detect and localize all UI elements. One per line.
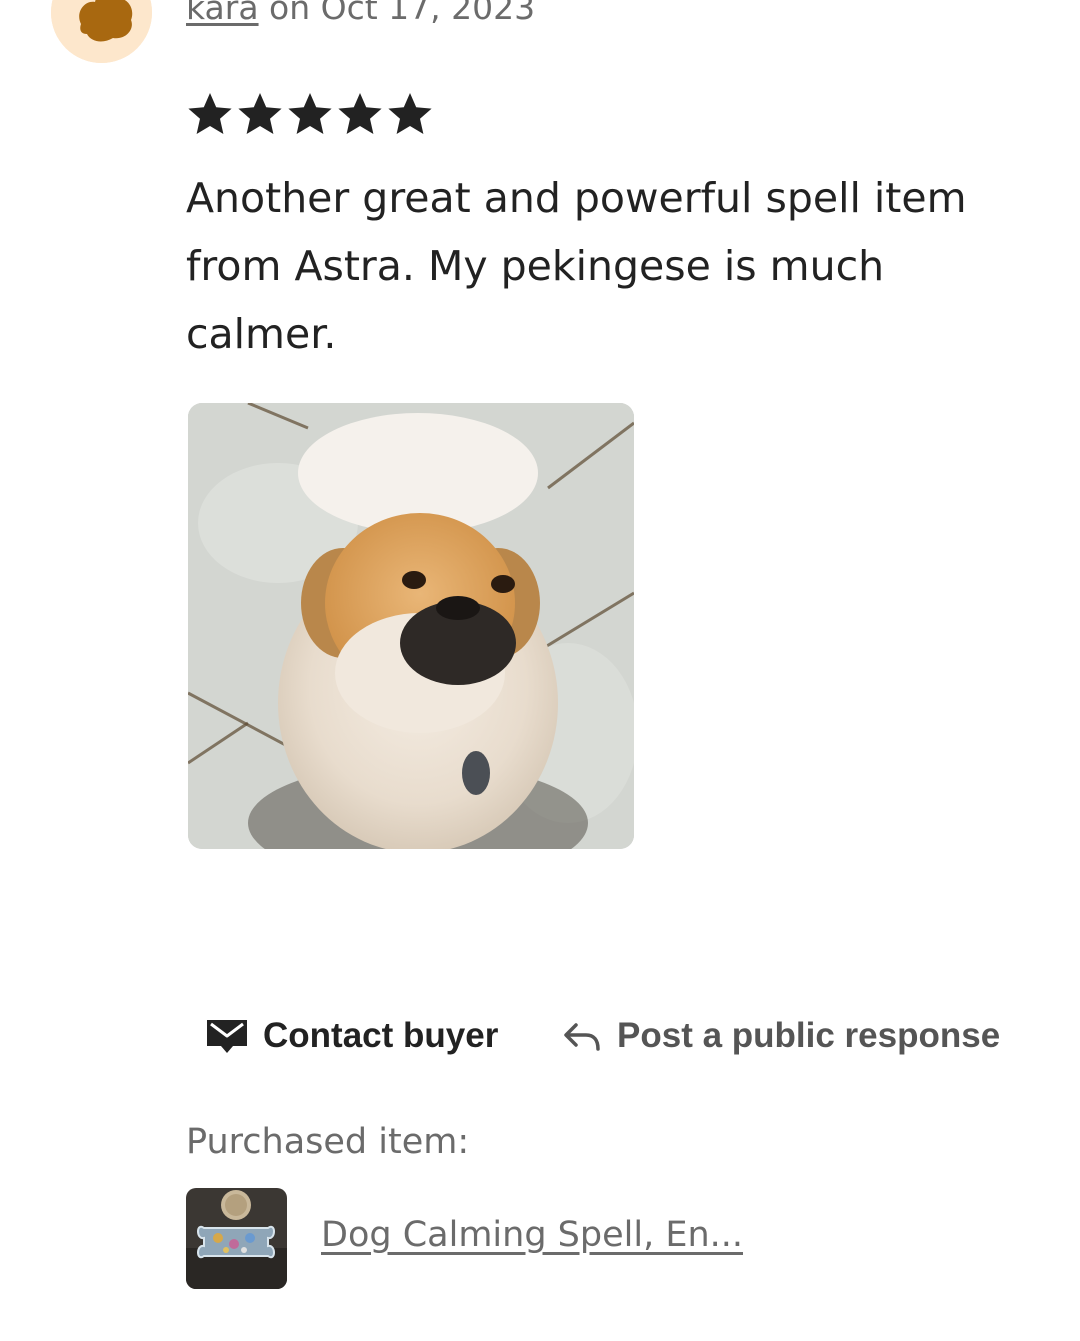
star-icon <box>288 93 332 134</box>
purchased-item-label: Purchased item: <box>186 1122 470 1162</box>
dog-photo-image <box>188 403 634 849</box>
star-icon <box>238 93 282 134</box>
review-actions: Contact buyer Post a public response <box>0 1006 1080 1066</box>
contact-buyer-button[interactable]: Contact buyer <box>205 1006 498 1066</box>
reviewer-avatar[interactable] <box>51 0 152 63</box>
contact-buyer-label: Contact buyer <box>263 1016 499 1055</box>
reviewer-name-link[interactable]: kara <box>186 0 259 27</box>
review-date: on Oct 17, 2023 <box>258 0 536 27</box>
review-text: Another great and powerful spell item fr… <box>186 174 967 358</box>
post-public-response-label: Post a public response <box>617 1016 1001 1055</box>
review-byline: kara on Oct 17, 2023 <box>186 0 535 27</box>
star-icon <box>188 93 232 134</box>
reply-arrow-icon <box>564 1023 600 1051</box>
avatar-icon <box>51 0 152 63</box>
star-rating <box>186 90 434 138</box>
envelope-icon <box>207 1020 247 1053</box>
review-photo[interactable] <box>188 403 634 849</box>
purchased-item-thumbnail[interactable] <box>186 1188 287 1289</box>
purchased-item-title-link[interactable]: Dog Calming Spell, En... <box>321 1215 743 1255</box>
post-public-response-button[interactable]: Post a public response <box>562 1006 1000 1066</box>
item-thumbnail-image <box>186 1188 287 1289</box>
star-icon <box>338 93 382 134</box>
star-icon <box>388 93 432 134</box>
